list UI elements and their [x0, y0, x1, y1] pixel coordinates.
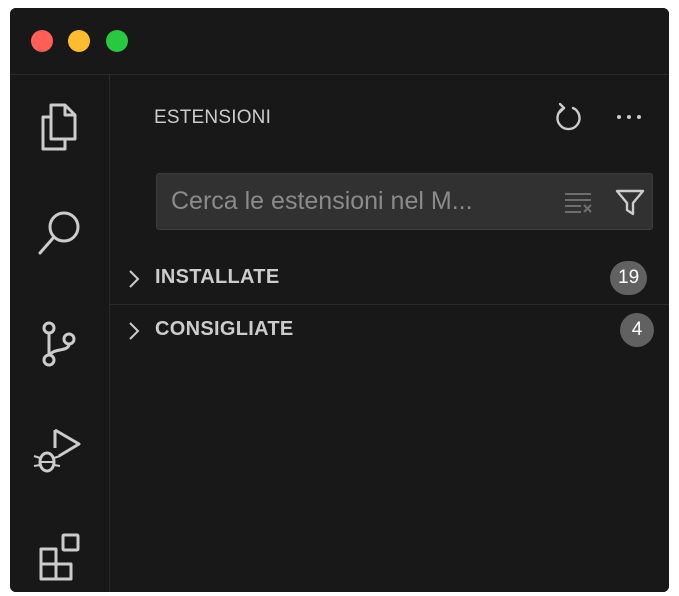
- files-icon: [41, 103, 77, 151]
- extensions-search-box: [156, 173, 653, 230]
- extensions-button[interactable]: [29, 525, 89, 585]
- recommended-section-header[interactable]: CONSIGLIATE 4: [110, 306, 669, 356]
- filter-button[interactable]: [613, 186, 647, 218]
- close-window-button[interactable]: [31, 30, 53, 52]
- vscode-window: ESTENSIONI Cerca le estensioni nel M... …: [10, 8, 669, 592]
- section-label: CONSIGLIATE: [155, 318, 294, 340]
- activity-bar: [10, 75, 110, 592]
- sidebar-title: ESTENSIONI: [154, 107, 272, 128]
- run-debug-button[interactable]: [29, 420, 89, 480]
- clear-filter-icon: [565, 193, 592, 213]
- explorer-button[interactable]: [29, 97, 89, 157]
- installed-section-header[interactable]: INSTALLATE 19: [110, 254, 669, 304]
- extensions-icon: [39, 533, 80, 581]
- extensions-search-input[interactable]: [171, 174, 551, 229]
- chevron-right-icon: [129, 322, 140, 340]
- maximize-window-button[interactable]: [106, 30, 128, 52]
- source-control-icon: [42, 321, 76, 367]
- title-bar: [10, 8, 669, 75]
- refresh-button[interactable]: [548, 97, 588, 137]
- section-label: INSTALLATE: [155, 266, 280, 288]
- more-actions-button[interactable]: [609, 97, 649, 137]
- clear-filter-button[interactable]: [561, 186, 595, 218]
- search-view-button[interactable]: [29, 205, 89, 265]
- refresh-icon: [556, 102, 581, 131]
- extensions-sidebar: ESTENSIONI Cerca le estensioni nel M... …: [110, 75, 669, 592]
- minimize-window-button[interactable]: [68, 30, 90, 52]
- section-divider: [110, 304, 669, 305]
- count-badge: 4: [620, 313, 654, 347]
- filter-icon: [615, 189, 645, 216]
- search-icon: [38, 211, 80, 255]
- more-actions-icon: [617, 115, 641, 119]
- count-badge: 19: [610, 261, 648, 295]
- run-debug-icon: [33, 428, 81, 473]
- chevron-right-icon: [129, 270, 140, 288]
- source-control-button[interactable]: [29, 312, 89, 372]
